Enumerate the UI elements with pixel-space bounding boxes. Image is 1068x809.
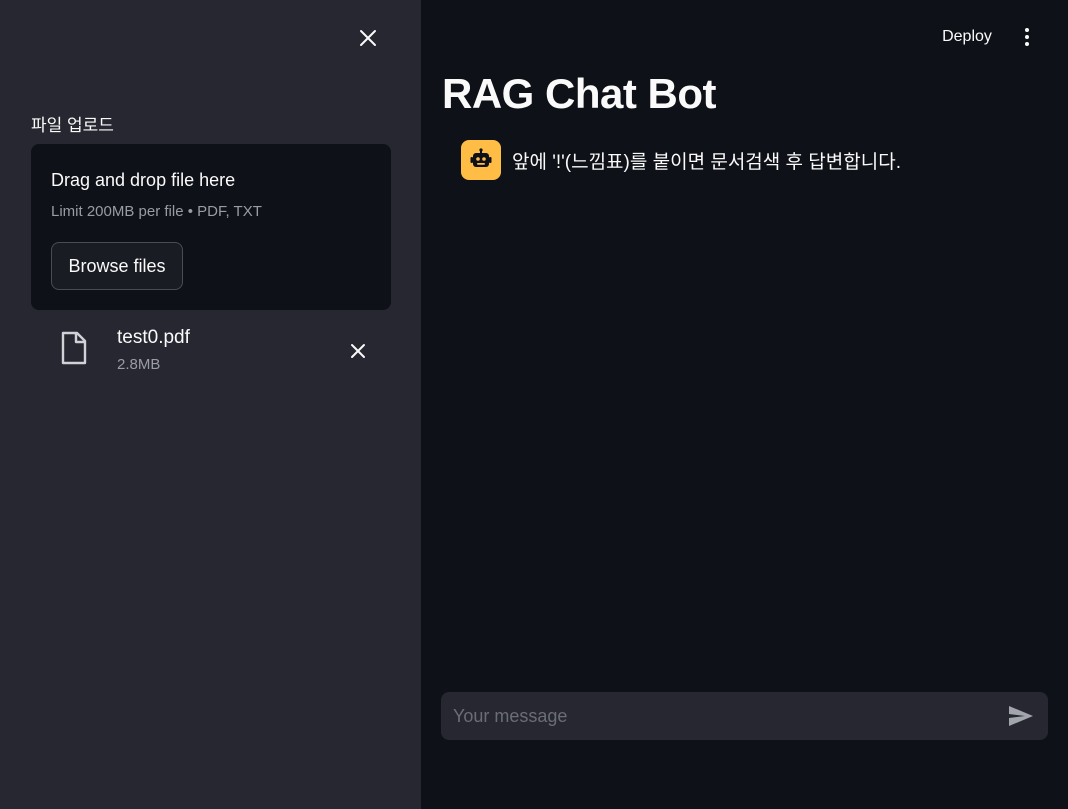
remove-file-button[interactable] <box>346 339 370 363</box>
file-icon <box>61 331 87 365</box>
main-menu-button[interactable] <box>1015 24 1039 50</box>
dropzone-limit-text: Limit 200MB per file • PDF, TXT <box>51 203 262 220</box>
close-icon <box>360 30 376 46</box>
send-button[interactable] <box>1007 703 1035 729</box>
file-dropzone[interactable]: Drag and drop file here Limit 200MB per … <box>31 144 391 310</box>
assistant-avatar <box>461 140 501 180</box>
sidebar-close-button[interactable] <box>356 26 380 50</box>
page-title: RAG Chat Bot <box>442 70 716 117</box>
close-icon <box>351 344 365 358</box>
app-root: 파일 업로드 Drag and drop file here Limit 200… <box>0 0 1068 809</box>
robot-icon <box>470 148 492 167</box>
sidebar: 파일 업로드 Drag and drop file here Limit 200… <box>0 0 421 809</box>
uploaded-file-item: test0.pdf 2.8MB <box>31 322 391 382</box>
send-icon <box>1009 706 1033 726</box>
browse-files-button[interactable]: Browse files <box>51 242 183 290</box>
chat-input[interactable] <box>441 692 1001 740</box>
chat-message-assistant: 앞에 '!'(느낌표)를 붙이면 문서검색 후 답변합니다. <box>461 140 1061 182</box>
file-upload-label: 파일 업로드 <box>31 116 114 135</box>
uploaded-file-size: 2.8MB <box>117 356 161 373</box>
chat-input-container <box>441 692 1048 740</box>
kebab-menu-icon <box>1025 28 1029 46</box>
deploy-button[interactable]: Deploy <box>930 22 1004 52</box>
uploaded-file-name: test0.pdf <box>117 327 190 348</box>
dropzone-title: Drag and drop file here <box>51 170 236 190</box>
chat-message-text: 앞에 '!'(느낌표)를 붙이면 문서검색 후 답변합니다. <box>512 152 901 173</box>
